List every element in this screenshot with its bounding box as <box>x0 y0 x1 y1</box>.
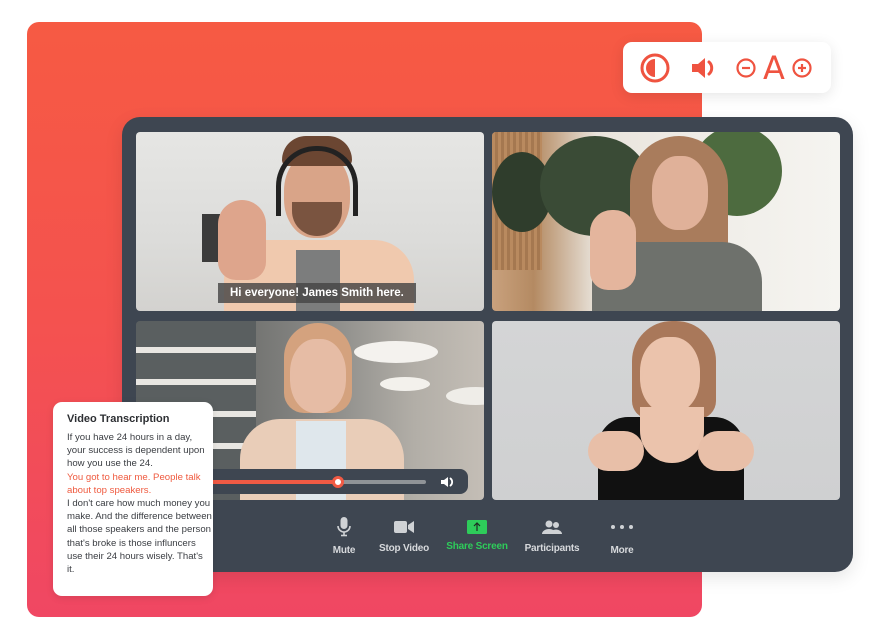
video-tile-james-smith[interactable]: Hi everyone! James Smith here. <box>136 132 484 311</box>
transcript-text-after: I don't care how much money you make. An… <box>67 498 212 576</box>
more-button[interactable]: More <box>602 517 642 561</box>
stop-video-button[interactable]: Stop Video <box>376 517 432 561</box>
participant-face <box>652 156 708 230</box>
more-label: More <box>610 545 634 556</box>
speaker-icon[interactable] <box>689 53 719 83</box>
transcript-text-before: If you have 24 hours in a day, your succ… <box>67 432 205 470</box>
font-size-label[interactable]: A <box>763 52 785 84</box>
seek-bar-thumb[interactable] <box>331 476 344 488</box>
share-screen-button[interactable]: Share Screen <box>444 517 510 561</box>
microphone-icon <box>337 517 351 537</box>
transcript-text: If you have 24 hours in a day, your succ… <box>67 431 212 576</box>
plus-circle-icon[interactable] <box>791 57 813 79</box>
minus-circle-icon[interactable] <box>735 57 757 79</box>
mute-label: Mute <box>332 545 356 556</box>
speaker-icon[interactable] <box>440 474 456 490</box>
participant-face <box>640 337 700 413</box>
participant-face <box>290 339 346 413</box>
live-caption: Hi everyone! James Smith here. <box>218 283 416 303</box>
waving-hand <box>590 210 636 290</box>
share-screen-icon <box>467 517 487 537</box>
waving-hand <box>218 200 266 280</box>
video-camera-icon <box>394 517 414 537</box>
transcript-text-highlight: You got to hear me. People talk about to… <box>67 471 201 496</box>
ceiling-light <box>354 341 438 363</box>
stop-video-label: Stop Video <box>378 543 430 554</box>
share-screen-label: Share Screen <box>446 541 508 552</box>
call-controls: Mute Stop Video Share Screen Participant… <box>324 517 642 561</box>
signing-hand <box>698 431 754 471</box>
transcript-title: Video Transcription <box>67 413 170 425</box>
signing-hand <box>588 431 644 471</box>
mute-button[interactable]: Mute <box>324 517 364 561</box>
video-tile-participant-2[interactable] <box>492 132 840 311</box>
participants-button[interactable]: Participants <box>522 517 582 561</box>
accessibility-toolbar: A <box>623 42 831 93</box>
participants-icon <box>542 517 562 537</box>
more-dots-icon <box>610 517 634 537</box>
ceiling-light <box>380 377 430 391</box>
video-tile-participant-4[interactable] <box>492 321 840 500</box>
headset <box>276 146 358 216</box>
contrast-icon[interactable] <box>639 52 671 84</box>
participants-label: Participants <box>524 543 580 554</box>
transcript-panel: Video Transcription If you have 24 hours… <box>53 402 213 596</box>
ceiling-light <box>446 387 484 405</box>
video-call-window: Hi everyone! James Smith here. Mute Stop… <box>122 117 853 572</box>
